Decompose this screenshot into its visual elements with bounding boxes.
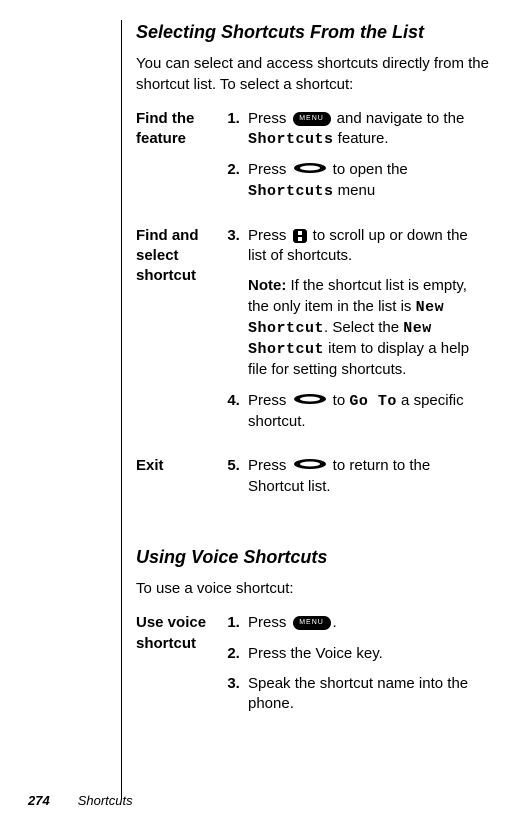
select-key-icon [293, 160, 327, 180]
note-label: Note: [248, 277, 286, 294]
section-title-2: Using Voice Shortcuts [136, 545, 489, 569]
text: Press [248, 614, 291, 631]
mono-text: Go To [349, 393, 397, 410]
text: Press [248, 110, 291, 127]
row-steps: Press to return to the Shortcut list. [224, 456, 489, 521]
row-voice: Use voice shortcut Press MENU. Press the… [136, 613, 489, 738]
step-2: Press the Voice key. [244, 644, 489, 664]
step-3: Speak the shortcut name into the phone. [244, 674, 489, 715]
row-steps: Press MENU and navigate to the Shortcuts… [224, 109, 489, 226]
text: menu [334, 182, 376, 199]
row-exit: Exit Press to return to the Shortcut lis… [136, 456, 489, 521]
select-key-icon [293, 391, 327, 411]
step-3: Press to scroll up or down the list of s… [244, 226, 489, 381]
step-5: Press to return to the Shortcut list. [244, 456, 489, 497]
step-1: Press MENU. [244, 613, 489, 633]
text: Press [248, 161, 291, 178]
page: Selecting Shortcuts From the List You ca… [0, 0, 511, 800]
menu-key-icon: MENU [293, 112, 331, 126]
step-2: Press to open the Shortcuts menu [244, 160, 489, 202]
page-footer: 274 Shortcuts [28, 792, 133, 810]
section-intro-1: You can select and access shortcuts dire… [136, 54, 489, 95]
row-label: Find the feature [136, 109, 224, 226]
row-steps: Press MENU. Press the Voice key. Speak t… [224, 613, 489, 738]
menu-key-icon: MENU [293, 616, 331, 630]
page-number: 274 [28, 793, 50, 808]
step-1: Press MENU and navigate to the Shortcuts… [244, 109, 489, 151]
text: feature. [334, 130, 389, 147]
steps-table-1: Find the feature Press MENU and navigate… [136, 109, 489, 521]
select-key-icon [293, 456, 327, 476]
text: . Select the [324, 319, 403, 336]
mono-text: Shortcuts [248, 131, 334, 148]
row-find-shortcut: Find and select shortcut Press to scroll… [136, 226, 489, 456]
text: and navigate to the [333, 110, 465, 127]
text: . [333, 614, 337, 631]
row-find-feature: Find the feature Press MENU and navigate… [136, 109, 489, 226]
text: Press [248, 457, 291, 474]
section-title-1: Selecting Shortcuts From the List [136, 20, 489, 44]
note: Note: If the shortcut list is empty, the… [248, 276, 489, 380]
content-column: Selecting Shortcuts From the List You ca… [121, 20, 489, 800]
mono-text: Shortcuts [248, 183, 334, 200]
text: Press [248, 227, 291, 244]
steps-table-2: Use voice shortcut Press MENU. Press the… [136, 613, 489, 738]
chapter-name: Shortcuts [78, 793, 133, 808]
row-label: Use voice shortcut [136, 613, 224, 738]
text: to [329, 392, 350, 409]
step-4: Press to Go To a specific shortcut. [244, 391, 489, 433]
text: Press [248, 392, 291, 409]
section-intro-2: To use a voice shortcut: [136, 579, 489, 599]
row-label: Find and select shortcut [136, 226, 224, 456]
scroll-key-icon [293, 229, 307, 243]
row-steps: Press to scroll up or down the list of s… [224, 226, 489, 456]
row-label: Exit [136, 456, 224, 521]
text: to open the [329, 161, 408, 178]
